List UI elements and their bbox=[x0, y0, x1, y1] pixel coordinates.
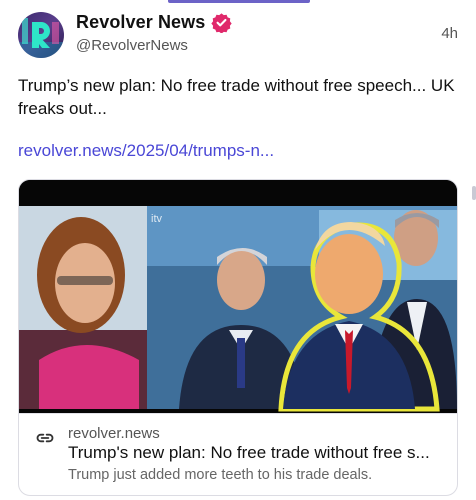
card-title[interactable]: Trump's new plan: No free trade without … bbox=[68, 443, 448, 463]
link-preview-card[interactable]: itv revolver.news Trump's new plan: No f… bbox=[18, 179, 458, 496]
card-thumbnail-image: itv bbox=[19, 180, 457, 413]
card-domain: revolver.news bbox=[68, 425, 160, 442]
post-link[interactable]: revolver.news/2025/04/trumps-n... bbox=[18, 141, 274, 161]
avatar[interactable] bbox=[18, 12, 64, 58]
author-handle[interactable]: @RevolverNews bbox=[76, 37, 188, 54]
post-text: Trump’s new plan: No free trade without … bbox=[18, 76, 455, 118]
revolver-r-logo-icon bbox=[18, 12, 64, 58]
author-display-name[interactable]: Revolver News bbox=[76, 12, 205, 33]
verified-badge-icon bbox=[211, 12, 233, 34]
itv-watermark: itv bbox=[151, 213, 163, 225]
card-description: Trump just added more teeth to his trade… bbox=[68, 467, 373, 483]
post-timestamp[interactable]: 4h bbox=[441, 25, 458, 42]
card-footer[interactable]: revolver.news Trump's new plan: No free … bbox=[19, 413, 457, 495]
link-chain-icon bbox=[35, 428, 55, 448]
post[interactable]: Revolver News @RevolverNews 4h Trump’s n… bbox=[0, 0, 476, 500]
